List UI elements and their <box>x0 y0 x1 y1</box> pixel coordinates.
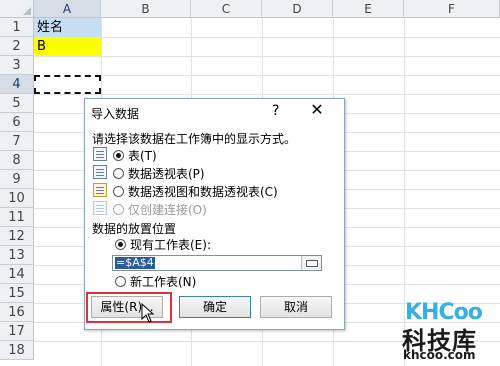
radio-new-sheet[interactable] <box>115 275 126 287</box>
column-header-b[interactable]: B <box>101 0 191 18</box>
option-existing-sheet[interactable]: 现有工作表(E): <box>115 236 211 252</box>
option-new-sheet-label: 新工作表(N) <box>130 274 197 289</box>
connection-icon <box>93 201 107 215</box>
column-header-d[interactable]: D <box>262 0 333 18</box>
option-existing-sheet-label: 现有工作表(E): <box>130 237 211 252</box>
option-new-sheet[interactable]: 新工作表(N) <box>115 273 196 289</box>
option-table[interactable]: 表(T) <box>93 147 157 163</box>
cell-a1[interactable]: 姓名 <box>34 18 101 37</box>
range-input[interactable]: =$A$4 <box>112 255 322 271</box>
grid-line <box>34 37 500 38</box>
row-header-3[interactable]: 3 <box>0 56 34 75</box>
column-header-a[interactable]: A <box>34 0 101 18</box>
row-header-12[interactable]: 12 <box>0 227 34 246</box>
row-header-11[interactable]: 11 <box>0 208 34 227</box>
option-pivot-table-label: 数据透视表(P) <box>128 166 205 181</box>
range-value: =$A$4 <box>115 256 155 269</box>
collapse-dialog-icon[interactable] <box>301 256 321 270</box>
radio-existing-sheet[interactable] <box>115 238 126 250</box>
spreadsheet: A B C D E F 1 2 3 4 5 6 7 8 9 10 11 12 1… <box>0 0 500 366</box>
row-header-4[interactable]: 4 <box>0 75 34 94</box>
option-connection-only: 仅创建连接(O) <box>93 201 207 217</box>
row-header-7[interactable]: 7 <box>0 132 34 151</box>
select-all-corner[interactable] <box>0 0 34 18</box>
option-connection-only-label: 仅创建连接(O) <box>128 202 207 217</box>
row-header-16[interactable]: 16 <box>0 303 34 322</box>
row-header-18[interactable]: 18 <box>0 341 34 360</box>
row-header-5[interactable]: 5 <box>0 94 34 113</box>
grid-line <box>34 56 500 57</box>
row-header-14[interactable]: 14 <box>0 265 34 284</box>
row-header-1[interactable]: 1 <box>0 18 34 37</box>
display-mode-prompt: 请选择该数据在工作簿中的显示方式。 <box>92 132 297 146</box>
option-pivot-chart-label: 数据透视图和数据透视表(C) <box>128 184 278 199</box>
help-icon[interactable]: ? <box>272 103 279 119</box>
column-header-f[interactable]: F <box>404 0 500 18</box>
option-table-label: 表(T) <box>128 148 157 163</box>
row-header-8[interactable]: 8 <box>0 151 34 170</box>
mouse-cursor-icon <box>141 303 155 323</box>
row-header-2[interactable]: 2 <box>0 37 34 56</box>
cancel-button[interactable]: 取消 <box>260 296 332 318</box>
placement-label: 数据的放置位置 <box>92 222 177 236</box>
option-pivot-table[interactable]: 数据透视表(P) <box>93 165 205 181</box>
close-icon[interactable]: ✕ <box>309 102 325 118</box>
column-header-e[interactable]: E <box>333 0 404 18</box>
row-header-17[interactable]: 17 <box>0 322 34 341</box>
khcoo-logo: KHCoo 科技库 khcoo.com <box>399 294 500 366</box>
row-header-13[interactable]: 13 <box>0 246 34 265</box>
table-icon <box>93 147 107 161</box>
row-header-10[interactable]: 10 <box>0 189 34 208</box>
cell-a4-copy-marquee[interactable] <box>34 75 101 94</box>
logo-url-text: khcoo.com <box>403 348 476 362</box>
pivot-table-icon <box>93 165 107 179</box>
radio-pivot-table[interactable] <box>113 167 124 179</box>
cell-a2[interactable]: B <box>34 37 101 56</box>
grid-line <box>34 94 500 95</box>
radio-table[interactable] <box>113 149 124 161</box>
radio-connection-only <box>113 203 124 215</box>
pivot-chart-icon <box>93 183 107 197</box>
ok-button[interactable]: 确定 <box>179 296 251 318</box>
row-header-9[interactable]: 9 <box>0 170 34 189</box>
option-pivot-chart[interactable]: 数据透视图和数据透视表(C) <box>93 183 278 199</box>
dialog-title: 导入数据 <box>91 107 140 121</box>
column-header-c[interactable]: C <box>191 0 262 18</box>
row-header-6[interactable]: 6 <box>0 113 34 132</box>
properties-highlight-box <box>86 292 172 323</box>
grid-line <box>34 75 500 76</box>
radio-pivot-chart[interactable] <box>113 185 124 197</box>
row-header-15[interactable]: 15 <box>0 284 34 303</box>
